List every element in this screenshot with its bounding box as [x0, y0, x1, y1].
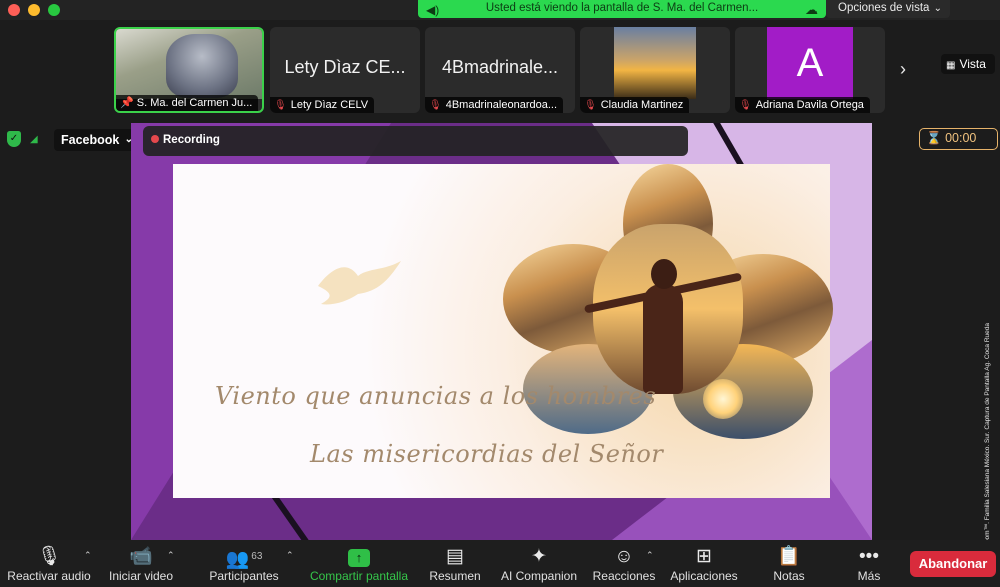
slide-text-line: Las misericordias del Señor: [310, 440, 664, 468]
chevron-up-icon[interactable]: ⌃: [84, 550, 92, 561]
muted-mic-icon: 🎙: [739, 100, 752, 111]
view-options-label: Opciones de vista: [838, 2, 930, 14]
muted-mic-icon: 🎙: [36, 546, 62, 567]
participant-display-name: Lety Dìaz CE...: [284, 57, 406, 77]
more-button[interactable]: ••• Más: [852, 540, 886, 587]
participant-video: [116, 29, 262, 99]
participant-tile[interactable]: A 🎙 Adriana Davila Ortega: [735, 27, 885, 113]
participant-avatar: A: [767, 27, 853, 99]
livestream-label: Facebook: [61, 133, 120, 147]
grid-icon: ▦: [946, 60, 956, 71]
presentation-slide: Viento que anuncias a los hombres Las mi…: [173, 164, 833, 498]
silhouette-child: [651, 259, 677, 289]
muted-mic-icon: 🎙: [584, 100, 597, 111]
chevron-up-icon[interactable]: ⌃: [167, 550, 175, 561]
share-screen-button[interactable]: ↑ Compartir pantalla: [307, 540, 411, 587]
participant-tile[interactable]: 4Bmadrinale... 🎙 4Bmadrinaleonardoa...: [425, 27, 575, 113]
notes-button[interactable]: 📋 Notas: [769, 540, 809, 587]
participant-name: 🎙 Claudia Martinez: [580, 97, 690, 113]
muted-mic-icon: 🎙: [274, 100, 287, 111]
participants-button[interactable]: 👥 63 Participantes: [205, 540, 283, 587]
more-icon: •••: [859, 546, 879, 567]
screen-share-banner: ◀) Usted está viendo la pantalla de S. M…: [418, 0, 826, 18]
sun-glow: [703, 379, 743, 419]
people-icon: 👥 63: [225, 549, 263, 570]
apps-icon: ⊞: [696, 546, 712, 567]
ai-companion-button[interactable]: ✦ AI Companion: [498, 540, 580, 587]
dove-icon: [318, 261, 401, 305]
apps-button[interactable]: ⊞ Aplicaciones: [667, 540, 741, 587]
leave-meeting-button[interactable]: Abandonar: [910, 551, 996, 577]
summary-icon: ▤: [446, 546, 464, 567]
sparkle-icon: ✦: [531, 546, 547, 567]
close-window-button[interactable]: [8, 4, 20, 16]
pin-icon: 📌: [120, 97, 134, 109]
reactions-button[interactable]: ☺ Reacciones: [590, 540, 658, 587]
hourglass-icon: ⌛: [926, 131, 942, 145]
participant-display-name: 4Bmadrinale...: [441, 57, 559, 77]
participant-tile[interactable]: 🎙 Claudia Martinez: [580, 27, 730, 113]
title-bar: ◀) Usted está viendo la pantalla de S. M…: [0, 0, 1000, 20]
record-dot-icon: [151, 135, 159, 143]
slide-text-line: Viento que anuncias a los hombres: [215, 382, 657, 410]
participant-name: 🎙 Lety Dìaz CELV: [270, 97, 375, 113]
livestream-button[interactable]: Facebook ⌄: [54, 129, 139, 151]
participant-tile[interactable]: 📌 S. Ma. del Carmen Ju...: [114, 27, 264, 113]
participant-name: 🎙 4Bmadrinaleonardoa...: [425, 97, 563, 113]
share-banner-text: Usted está viendo la pantalla de S. Ma. …: [485, 2, 759, 14]
speaker-icon: ◀): [426, 3, 440, 17]
start-video-button[interactable]: 📹 Iniciar video: [105, 540, 177, 587]
participant-thumbnails: 📌 S. Ma. del Carmen Ju... Lety Dìaz CE..…: [0, 27, 1000, 115]
view-options-button[interactable]: Opciones de vista ⌄: [826, 0, 950, 18]
chevron-up-icon[interactable]: ⌃: [646, 550, 654, 561]
participant-name: 📌 S. Ma. del Carmen Ju...: [116, 95, 259, 111]
view-toggle-button[interactable]: ▦ Vista: [941, 54, 995, 74]
minimize-window-button[interactable]: [28, 4, 40, 16]
photo-credit: Cortesía © Zoom™. Familia Salesiana Méxi…: [982, 250, 996, 580]
share-screen-icon: ↑: [307, 545, 411, 569]
chevron-right-icon[interactable]: ›: [900, 59, 906, 80]
notes-icon: 📋: [777, 546, 801, 567]
shield-icon[interactable]: ✓: [7, 131, 21, 147]
photo-credit-text: Cortesía © Zoom™. Familia Salesiana Méxi…: [984, 323, 991, 580]
meeting-timer[interactable]: ⌛ 00:00: [919, 128, 998, 150]
muted-mic-icon: 🎙: [429, 100, 442, 111]
chevron-down-icon: ⌄: [933, 3, 942, 14]
zoom-window: ◀) Usted está viendo la pantalla de S. M…: [0, 0, 1000, 587]
participant-face: [166, 34, 238, 98]
recording-label: Recording: [163, 134, 220, 146]
shared-screen: Viento que anuncias a los hombres Las mi…: [131, 123, 872, 540]
participant-name: 🎙 Adriana Davila Ortega: [735, 97, 870, 113]
unmute-button[interactable]: 🎙 Reactivar audio: [6, 540, 92, 587]
participant-count: 63: [251, 551, 263, 562]
participant-tile[interactable]: Lety Dìaz CE... 🎙 Lety Dìaz CELV: [270, 27, 420, 113]
meeting-toolbar: 🎙 Reactivar audio ⌃ 📹 Iniciar video ⌃ 👥 6…: [0, 540, 1000, 587]
cloud-icon: ☁: [805, 2, 818, 17]
participant-profile-image: [614, 27, 696, 99]
signal-icon[interactable]: ◢: [30, 134, 38, 145]
summary-button[interactable]: ▤ Resumen: [426, 540, 484, 587]
chevron-up-icon[interactable]: ⌃: [286, 550, 294, 561]
recording-indicator[interactable]: Recording: [143, 126, 688, 156]
silhouette-body: [643, 284, 683, 394]
fullscreen-window-button[interactable]: [48, 4, 60, 16]
